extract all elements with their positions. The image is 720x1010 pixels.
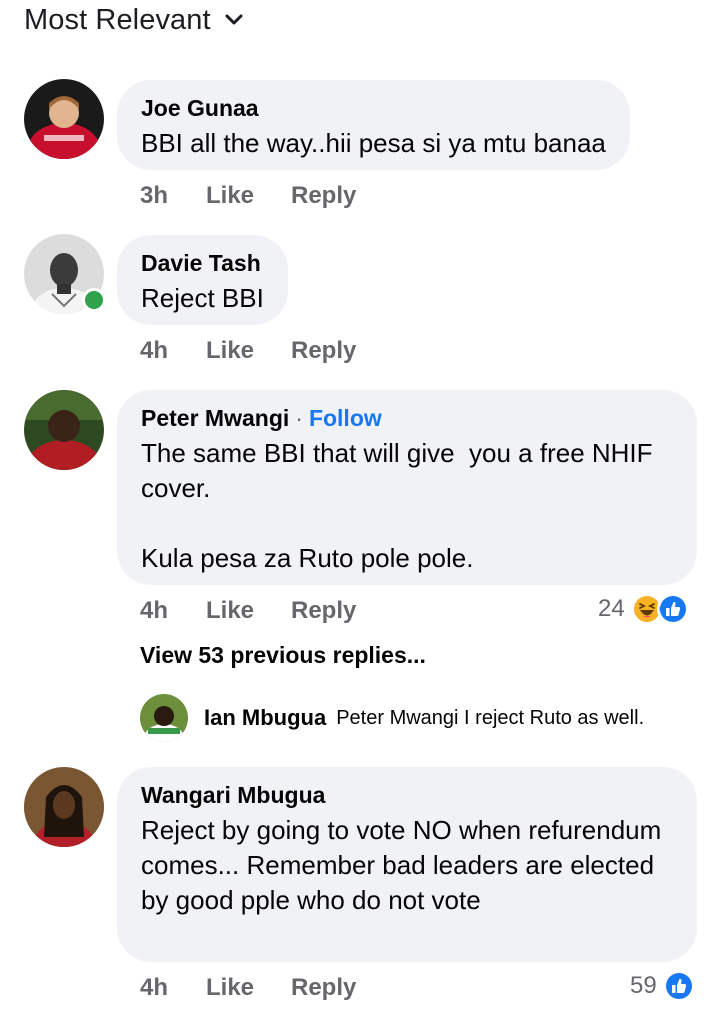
view-previous-replies-link[interactable]: View 53 previous replies... <box>140 642 426 669</box>
avatar[interactable] <box>24 79 104 159</box>
reply-button[interactable]: Reply <box>291 597 356 625</box>
comment-text: BBI all the way..hii pesa si ya mtu bana… <box>141 128 606 158</box>
reaction-summary[interactable]: 24 <box>598 593 689 625</box>
avatar[interactable] <box>140 694 188 742</box>
like-button[interactable]: Like <box>206 337 291 365</box>
like-button[interactable]: Like <box>206 182 291 210</box>
comment-bubble: Davie Tash Reject BBI <box>117 235 288 325</box>
like-icon <box>662 970 695 1002</box>
comment-timestamp[interactable]: 4h <box>140 974 206 1002</box>
follow-button[interactable]: Follow <box>309 404 382 432</box>
comment-author[interactable]: Peter Mwangi <box>141 404 289 432</box>
sort-dropdown[interactable]: Most Relevant <box>24 2 245 38</box>
comment-author[interactable]: Wangari Mbugua <box>141 781 325 809</box>
comment-bubble: Wangari Mbugua Reject by going to vote N… <box>117 767 697 962</box>
online-status-icon <box>82 288 106 312</box>
reply-button[interactable]: Reply <box>291 974 356 1002</box>
avatar[interactable] <box>24 390 104 470</box>
comment-timestamp[interactable]: 4h <box>140 597 206 625</box>
reaction-count: 59 <box>630 972 657 999</box>
like-icon <box>656 593 689 625</box>
reply-button[interactable]: Reply <box>291 182 356 210</box>
comment-timestamp[interactable]: 4h <box>140 337 206 365</box>
chevron-down-icon <box>223 9 245 31</box>
reaction-count: 24 <box>598 595 625 622</box>
comment-text: The same BBI that will give you a free N… <box>141 438 653 573</box>
like-button[interactable]: Like <box>206 974 291 1002</box>
reply-item: Ian Mbugua Peter Mwangi I reject Ruto as… <box>140 694 644 742</box>
reply-author[interactable]: Ian Mbugua <box>204 705 326 731</box>
comment-bubble: Joe Gunaa BBI all the way..hii pesa si y… <box>117 80 630 170</box>
comment-text: Reject by going to vote NO when refurend… <box>141 815 669 915</box>
avatar[interactable] <box>24 767 104 847</box>
reaction-summary[interactable]: 59 <box>630 970 695 1002</box>
comment-text: Reject BBI <box>141 283 264 313</box>
like-button[interactable]: Like <box>206 597 291 625</box>
comment-author[interactable]: Davie Tash <box>141 249 261 277</box>
separator-dot: · <box>295 405 303 431</box>
comment-author[interactable]: Joe Gunaa <box>141 94 259 122</box>
reply-button[interactable]: Reply <box>291 337 356 365</box>
sort-label: Most Relevant <box>24 3 211 36</box>
reply-text: Peter Mwangi I reject Ruto as well. <box>336 706 645 729</box>
comment-bubble: Peter Mwangi · Follow The same BBI that … <box>117 390 697 585</box>
comment-timestamp[interactable]: 3h <box>140 182 206 210</box>
